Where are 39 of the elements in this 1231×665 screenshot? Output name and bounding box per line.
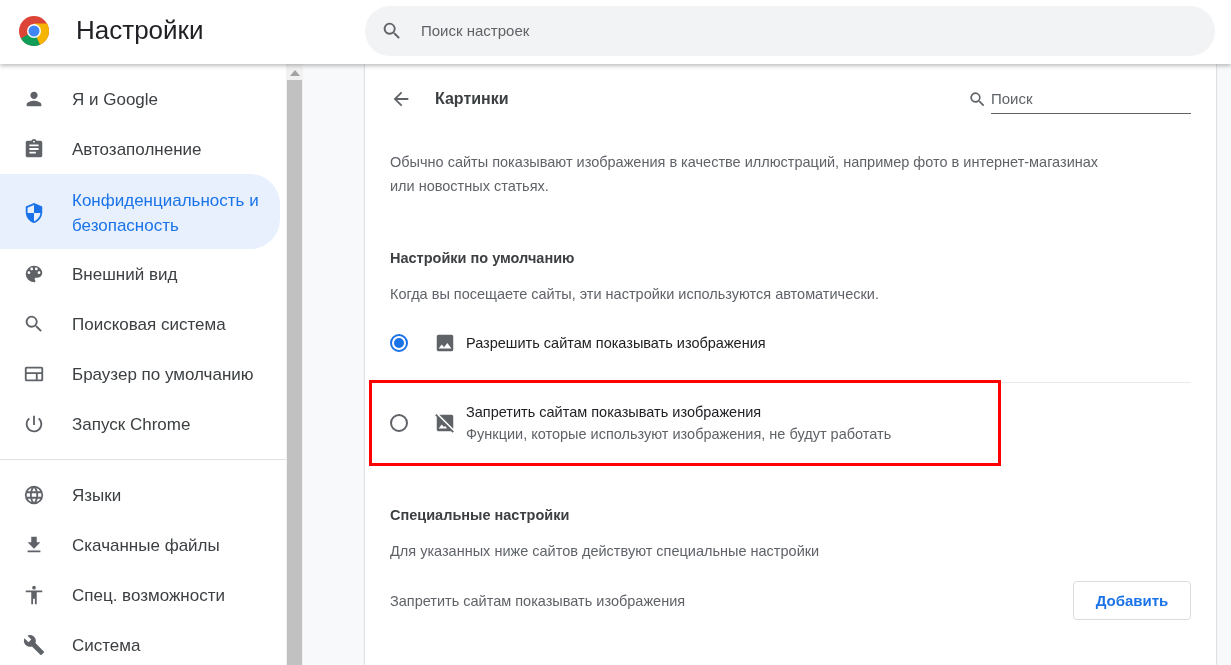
sidebar-item[interactable]: Браузер по умолчанию: [0, 349, 280, 399]
search-field[interactable]: Поиск настроек: [365, 5, 1215, 56]
image-icon: [434, 332, 456, 354]
sidebar-item[interactable]: Запуск Chrome: [0, 399, 280, 449]
sidebar-item[interactable]: Внешний вид: [0, 249, 280, 299]
search-icon: [968, 89, 987, 109]
sidebar-item[interactable]: Поисковая система: [0, 299, 280, 349]
settings-title: Настройки: [76, 15, 205, 46]
image-off-icon: [434, 412, 456, 434]
clipboard-icon: [23, 138, 45, 160]
section-heading: Настройки по умолчанию: [390, 250, 576, 266]
option-row[interactable]: Разрешить сайтам показывать изображения: [390, 316, 1191, 370]
option-label: Разрешить сайтам показывать изображения: [466, 335, 766, 351]
description-text: Обычно сайты показывают изображения в качестве иллюстраций, например фото в интернет-магазинах или новостных статьях.: [390, 153, 1100, 196]
option-label: Запретить сайтам показывать изображения: [466, 404, 763, 420]
radio-button[interactable]: [390, 414, 408, 432]
section-subtitle: Когда вы посещаете сайты, эти настройки используются автоматически.: [390, 286, 880, 302]
page-title: Картинки: [435, 90, 510, 108]
wrench-icon: [23, 634, 45, 656]
sidebar-item[interactable]: Конфиденциальность и безопасность: [0, 174, 280, 249]
sidebar-item[interactable]: Я и Google: [0, 74, 280, 124]
section-heading: Специальные настройки: [390, 507, 571, 523]
palette-icon: [23, 263, 45, 285]
option-description: Функции, которые используют изображения, не будут работать: [466, 426, 892, 442]
add-button[interactable]: Добавить: [1073, 581, 1191, 620]
sidebar-item[interactable]: Система: [0, 620, 280, 665]
row-label: Запретить сайтам показывать изображения: [390, 592, 686, 609]
search-icon: [23, 313, 45, 335]
shield-icon: [23, 201, 45, 224]
sidebar-item[interactable]: Автозаполнение: [0, 124, 280, 174]
sidebar-item[interactable]: Скачанные файлы: [0, 520, 280, 570]
section-subtitle: Для указанных ниже сайтов действуют специальные настройки: [390, 543, 821, 559]
power-icon: [23, 413, 45, 435]
accessibility-icon: [23, 584, 45, 606]
globe-icon: [23, 484, 45, 506]
browser-logo-icon: [18, 14, 50, 47]
sidebar-item[interactable]: Языки: [0, 470, 280, 520]
radio-button[interactable]: [390, 334, 408, 352]
sidebar-item[interactable]: Спец. возможности: [0, 570, 280, 620]
